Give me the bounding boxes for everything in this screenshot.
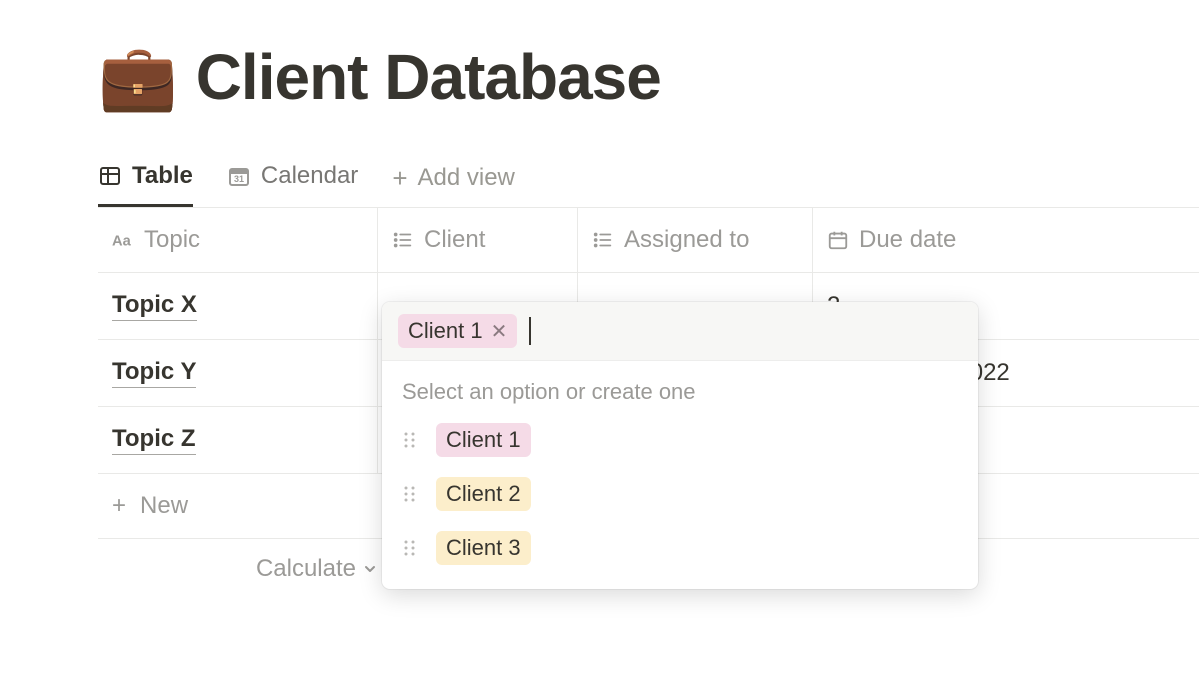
drag-handle-icon[interactable] (402, 484, 418, 504)
column-assigned-label: Assigned to (624, 226, 749, 254)
page-title[interactable]: Client Database (196, 40, 661, 114)
list-icon (592, 229, 614, 251)
plus-icon: + (112, 492, 126, 520)
option-label: Client 1 (446, 427, 521, 453)
column-header-assigned[interactable]: Assigned to (578, 208, 813, 272)
calculate-button[interactable]: Calculate (98, 539, 378, 583)
plus-icon: + (392, 165, 407, 191)
text-cursor (529, 317, 531, 345)
column-due-label: Due date (859, 226, 956, 254)
drag-handle-icon[interactable] (402, 538, 418, 558)
view-tabs: Table 31 Calendar + Add view (98, 162, 1199, 207)
chevron-down-icon (362, 561, 378, 577)
svg-text:Aa: Aa (112, 234, 132, 250)
calculate-label: Calculate (256, 555, 356, 583)
topic-text: Topic Y (112, 358, 196, 388)
add-view-button[interactable]: + Add view (392, 164, 515, 206)
topic-text: Topic Z (112, 425, 196, 455)
column-client-label: Client (424, 226, 485, 254)
select-popover: Client 1 ✕ Select an option or create on… (382, 302, 978, 589)
tab-table-label: Table (132, 162, 193, 190)
option-tag: Client 1 (436, 423, 531, 457)
popover-input-area[interactable]: Client 1 ✕ (382, 302, 978, 361)
select-option[interactable]: Client 3 (382, 521, 978, 575)
drag-handle-icon[interactable] (402, 430, 418, 450)
option-tag: Client 2 (436, 477, 531, 511)
popover-help-text: Select an option or create one (382, 361, 978, 413)
option-label: Client 2 (446, 481, 521, 507)
page-title-row: 💼 Client Database (98, 40, 1199, 114)
column-header-client[interactable]: Client (378, 208, 578, 272)
table-icon (98, 164, 122, 188)
select-option[interactable]: Client 2 (382, 467, 978, 521)
select-option[interactable]: Client 1 (382, 413, 978, 467)
cell-topic[interactable]: Topic Z (98, 407, 378, 473)
page-icon[interactable]: 💼 (98, 45, 178, 109)
selected-tag[interactable]: Client 1 ✕ (398, 314, 517, 348)
table-header: Aa Topic Client Assigned to Du (98, 208, 1199, 273)
tab-table[interactable]: Table (98, 162, 193, 207)
popover-body: Select an option or create one Client 1 … (382, 361, 978, 589)
add-view-label: Add view (418, 164, 515, 192)
cell-topic[interactable]: Topic X (98, 273, 378, 339)
new-row-label: New (140, 492, 188, 520)
text-icon: Aa (112, 229, 134, 251)
column-header-topic[interactable]: Aa Topic (98, 208, 378, 272)
tab-calendar[interactable]: 31 Calendar (227, 162, 358, 207)
cell-topic[interactable]: Topic Y (98, 340, 378, 406)
calendar-icon: 31 (227, 164, 251, 188)
selected-tag-label: Client 1 (408, 318, 483, 344)
list-icon (392, 229, 414, 251)
svg-text:31: 31 (234, 174, 244, 184)
tab-calendar-label: Calendar (261, 162, 358, 190)
column-header-due[interactable]: Due date (813, 208, 1199, 272)
remove-tag-icon[interactable]: ✕ (491, 319, 508, 344)
column-topic-label: Topic (144, 226, 200, 254)
topic-text: Topic X (112, 291, 197, 321)
option-tag: Client 3 (436, 531, 531, 565)
date-icon (827, 229, 849, 251)
option-label: Client 3 (446, 535, 521, 561)
